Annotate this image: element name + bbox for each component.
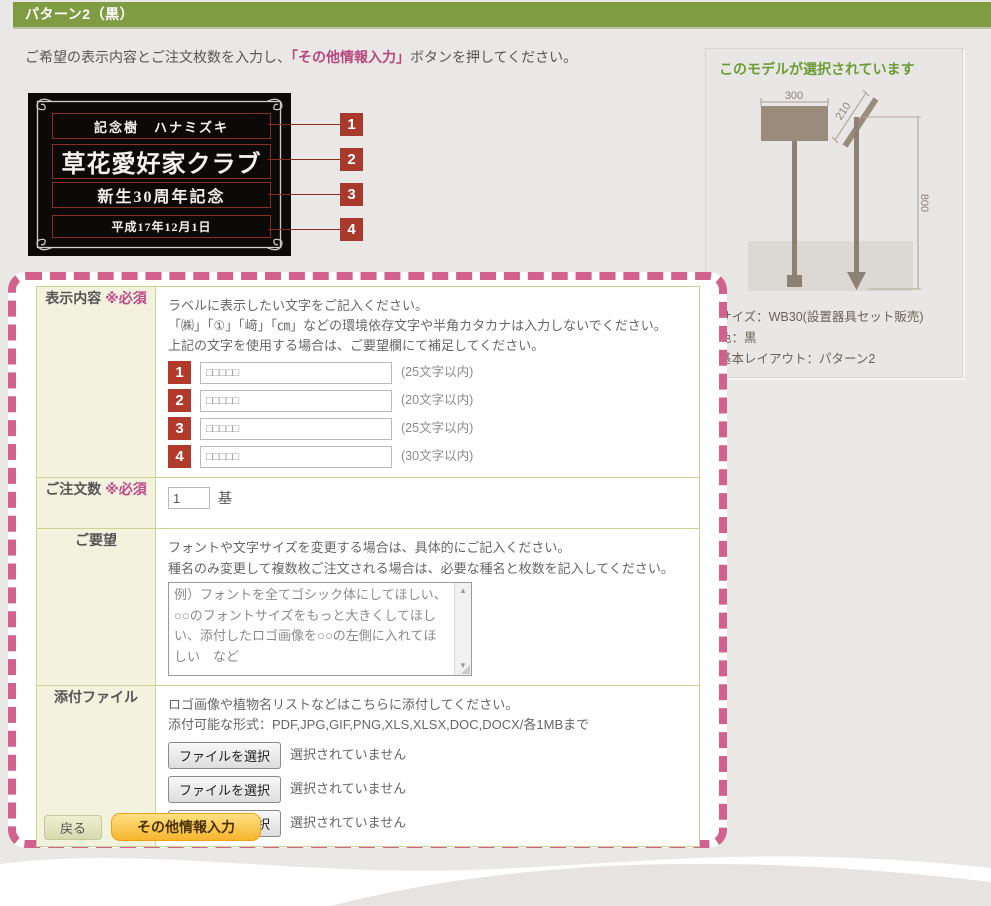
instruction-text: ご希望の表示内容とご注文枚数を入力し、「その他情報入力」ボタンを押してください。	[25, 47, 577, 67]
page-title: パターン2（黒）	[13, 2, 991, 27]
dim-800-label: 800	[918, 194, 930, 212]
order-form-table: 表示内容 ※必須 ラベルに表示したい文字をご記入ください。 「㈱」「①」「﨑」「…	[36, 286, 700, 847]
display-note-1: ラベルに表示したい文字をご記入ください。	[168, 296, 687, 316]
display-text-input-2[interactable]	[200, 390, 392, 412]
char-limit-3: (25文字以内)	[401, 419, 473, 438]
display-input-row-2: 2 (20文字以内)	[168, 389, 687, 412]
input-number-badge-2: 2	[168, 389, 191, 412]
marker-line-3	[268, 194, 340, 195]
plaque-line-3: 新生30周年記念	[52, 182, 271, 208]
display-text-input-3[interactable]	[200, 418, 392, 440]
model-dimension-diagram: 300 210 800	[718, 89, 954, 301]
other-info-submit-button[interactable]: その他情報入力	[111, 813, 261, 841]
table-row-request: ご要望 フォントや文字サイズを変更する場合は、具体的にご記入ください。 種名のみ…	[37, 529, 700, 685]
file-select-button-2[interactable]: ファイルを選択	[168, 776, 281, 803]
display-input-row-4: 4 (30文字以内)	[168, 445, 687, 468]
display-text-input-1[interactable]	[200, 362, 392, 384]
plaque-line-4: 平成17年12月1日	[52, 215, 271, 238]
input-number-badge-4: 4	[168, 445, 191, 468]
request-label: ご要望	[75, 532, 117, 548]
file-row-1: ファイルを選択 選択されていません	[168, 742, 687, 769]
instruction-emphasis: 「その他情報入力」	[291, 49, 410, 65]
file-row-2: ファイルを選択 選択されていません	[168, 776, 687, 803]
quantity-input[interactable]	[168, 487, 210, 509]
marker-badge-4: 4	[340, 218, 363, 241]
quantity-label-cell: ご注文数 ※必須	[37, 478, 156, 529]
selected-model-panel: このモデルが選択されています 300 210	[705, 48, 963, 378]
spec-layout: 基本レイアウト：パターン2	[719, 349, 924, 370]
model-specs: サイズ：WB30(設置器具セット販売) 色：黒 基本レイアウト：パターン2	[719, 307, 924, 370]
quantity-label: ご注文数	[45, 481, 101, 497]
instruction-pre: ご希望の表示内容とご注文枚数を入力し、	[25, 49, 291, 65]
quantity-value-cell: 基	[156, 478, 700, 529]
attachment-note-1: ロゴ画像や植物名リストなどはこちらに添付してください。	[168, 695, 687, 715]
input-number-badge-1: 1	[168, 361, 191, 384]
resize-grip-icon[interactable]	[461, 665, 470, 674]
attachment-label: 添付ファイル	[54, 689, 138, 705]
section-header-bar: パターン2（黒）	[13, 2, 991, 27]
request-textarea[interactable]: 例）フォントを全てゴシック体にしてほしい、○○のフォントサイズをもっと大きくして…	[168, 582, 472, 676]
marker-badge-1: 1	[340, 113, 363, 136]
display-note-3: 上記の文字を使用する場合は、ご要望欄にて補足してください。	[168, 336, 687, 356]
request-textarea-text: 例）フォントを全てゴシック体にしてほしい、○○のフォントサイズをもっと大きくして…	[174, 585, 449, 668]
file-status-2: 選択されていません	[290, 779, 406, 799]
input-number-badge-3: 3	[168, 417, 191, 440]
char-limit-4: (30文字以内)	[401, 447, 473, 466]
dim-210-label: 210	[833, 100, 853, 122]
spec-size: サイズ：WB30(設置器具セット販売)	[719, 307, 924, 328]
table-row-quantity: ご注文数 ※必須 基	[37, 478, 700, 529]
required-badge: ※必須	[105, 481, 147, 497]
display-content-value-cell: ラベルに表示したい文字をご記入ください。 「㈱」「①」「﨑」「㎝」などの環境依存…	[156, 287, 700, 478]
dim-300-label: 300	[785, 90, 803, 102]
table-row-display: 表示内容 ※必須 ラベルに表示したい文字をご記入ください。 「㈱」「①」「﨑」「…	[37, 287, 700, 478]
back-button[interactable]: 戻る	[44, 815, 102, 840]
display-note-2: 「㈱」「①」「﨑」「㎝」などの環境依存文字や半角カタカナは入力しないでください。	[168, 316, 687, 336]
plaque-line-2: 草花愛好家クラブ	[52, 144, 271, 179]
textarea-scrollbar[interactable]: ▲ ▼	[454, 583, 471, 675]
spec-color: 色：黒	[719, 328, 924, 349]
marker-line-2	[268, 159, 340, 160]
required-badge: ※必須	[105, 290, 147, 306]
marker-badge-3: 3	[340, 183, 363, 206]
marker-badge-2: 2	[340, 148, 363, 171]
file-status-3: 選択されていません	[290, 813, 406, 833]
page: パターン2（黒） ご希望の表示内容とご注文枚数を入力し、「その他情報入力」ボタン…	[0, 0, 991, 906]
request-value-cell: フォントや文字サイズを変更する場合は、具体的にご記入ください。 種名のみ変更して…	[156, 529, 700, 685]
request-note-2: 種名のみ変更して複数枚ご注文される場合は、必要な種名と枚数を記入してください。	[168, 559, 687, 579]
quantity-unit: 基	[218, 490, 232, 506]
char-limit-1: (25文字以内)	[401, 363, 473, 382]
order-form-container: 表示内容 ※必須 ラベルに表示したい文字をご記入ください。 「㈱」「①」「﨑」「…	[8, 272, 727, 848]
request-note-1: フォントや文字サイズを変更する場合は、具体的にご記入ください。	[168, 538, 687, 558]
display-content-label: 表示内容	[45, 290, 101, 306]
plaque-preview: 記念樹 ハナミズキ 草花愛好家クラブ 新生30周年記念 平成17年12月1日	[28, 93, 291, 256]
display-input-row-3: 3 (25文字以内)	[168, 417, 687, 440]
attachment-note-2: 添付可能な形式：PDF,JPG,GIF,PNG,XLS,XLSX,DOC,DOC…	[168, 715, 687, 735]
plaque-line-1: 記念樹 ハナミズキ	[52, 113, 271, 139]
display-content-label-cell: 表示内容 ※必須	[37, 287, 156, 478]
marker-line-4	[268, 229, 340, 230]
request-label-cell: ご要望	[37, 529, 156, 685]
selected-model-title: このモデルが選択されています	[706, 49, 962, 79]
footer-wave-decoration	[0, 842, 991, 906]
char-limit-2: (20文字以内)	[401, 391, 473, 410]
instruction-post: ボタンを押してください。	[410, 49, 577, 65]
scroll-up-icon[interactable]: ▲	[455, 585, 471, 597]
display-text-input-4[interactable]	[200, 446, 392, 468]
display-input-row-1: 1 (25文字以内)	[168, 361, 687, 384]
marker-line-1	[268, 124, 340, 125]
form-button-row: 戻る その他情報入力	[44, 813, 261, 841]
file-select-button-1[interactable]: ファイルを選択	[168, 742, 281, 769]
file-status-1: 選択されていません	[290, 745, 406, 765]
